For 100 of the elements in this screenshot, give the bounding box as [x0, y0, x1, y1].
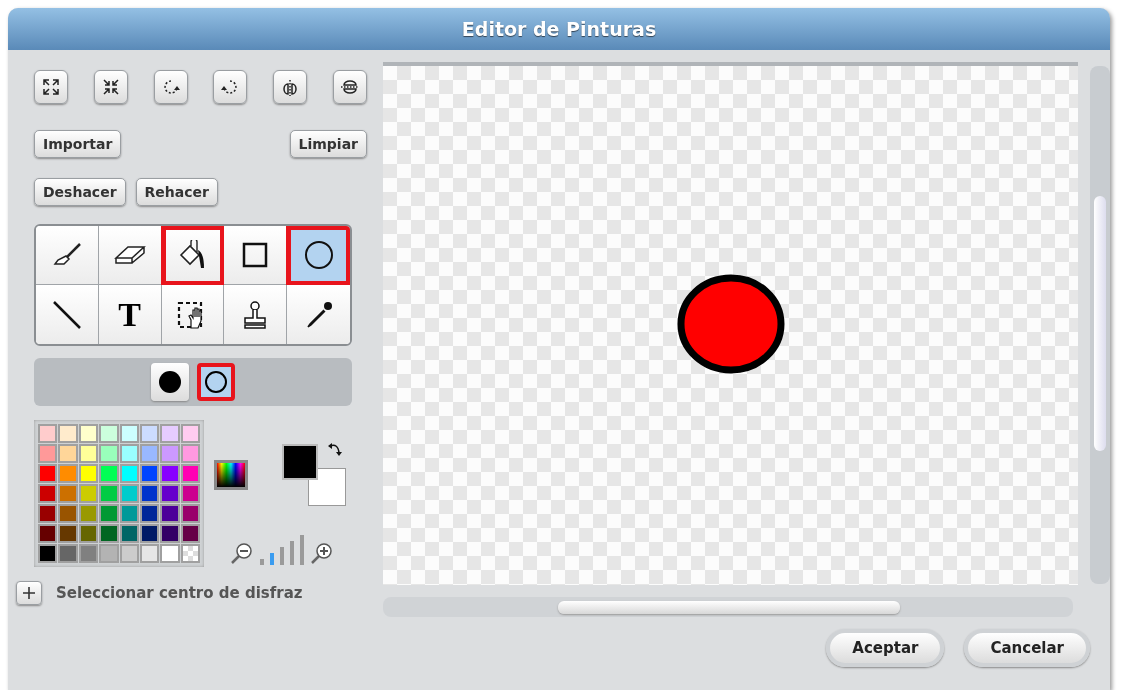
color-swatch[interactable]: [139, 424, 160, 443]
vertical-scrollbar[interactable]: [1090, 66, 1110, 584]
color-swatch[interactable]: [38, 464, 58, 483]
tool-button[interactable]: [161, 285, 225, 344]
color-swatch[interactable]: [180, 504, 200, 523]
filled-shape-option[interactable]: [151, 363, 189, 401]
foreground-color-swatch[interactable]: [282, 444, 318, 480]
color-swatch[interactable]: [58, 464, 78, 483]
color-swatch[interactable]: [180, 524, 200, 543]
color-swatch[interactable]: [160, 504, 180, 523]
color-swatch[interactable]: [99, 464, 119, 483]
import-button[interactable]: Importar: [34, 130, 122, 158]
color-swatch[interactable]: [58, 544, 78, 563]
tool-button[interactable]: [36, 226, 99, 285]
color-swatch[interactable]: [38, 524, 58, 543]
set-center-label: Seleccionar centro de disfraz: [56, 582, 303, 604]
clear-button[interactable]: Limpiar: [289, 130, 367, 158]
toolbar-button[interactable]: [273, 70, 308, 104]
color-swatch[interactable]: [160, 524, 180, 543]
accept-button[interactable]: Aceptar: [826, 629, 945, 667]
color-swatch[interactable]: [119, 444, 139, 463]
color-swatch[interactable]: [99, 424, 119, 443]
horizontal-scrollbar[interactable]: [383, 597, 1073, 617]
color-swatch[interactable]: [78, 544, 99, 563]
color-swatch[interactable]: [99, 504, 119, 523]
color-swatch[interactable]: [99, 484, 119, 503]
color-swatch[interactable]: [160, 424, 180, 443]
color-swatch[interactable]: [78, 464, 99, 483]
rotate-right-icon: [221, 78, 240, 96]
color-swatch[interactable]: [78, 424, 99, 443]
redo-button[interactable]: Rehacer: [135, 178, 218, 206]
eyedropper-icon: [304, 300, 333, 329]
cancel-button[interactable]: Cancelar: [964, 629, 1090, 667]
eraser-icon: [113, 243, 146, 267]
outline-shape-option[interactable]: [197, 363, 235, 401]
color-swatch[interactable]: [119, 504, 139, 523]
color-swatch[interactable]: [78, 524, 99, 543]
color-swatch[interactable]: [180, 444, 200, 463]
color-swatch[interactable]: [38, 504, 58, 523]
tool-button[interactable]: [161, 226, 225, 285]
color-swatch[interactable]: [119, 524, 139, 543]
color-swatch[interactable]: [99, 524, 119, 543]
undo-button[interactable]: Deshacer: [34, 178, 126, 206]
color-swatch[interactable]: [160, 484, 180, 503]
toolbar-button[interactable]: [93, 70, 128, 104]
color-swatch[interactable]: [38, 544, 58, 563]
color-swatch[interactable]: [38, 424, 58, 443]
add-center-button[interactable]: [16, 581, 42, 605]
flip-vertical-icon: [340, 78, 360, 96]
color-swatch[interactable]: [58, 524, 78, 543]
background-color-swatch[interactable]: [308, 468, 346, 506]
toolbar-button[interactable]: [34, 70, 68, 104]
transparent-swatch[interactable]: [180, 544, 200, 563]
color-swatch[interactable]: [119, 544, 139, 563]
filled-circle-icon: [158, 370, 182, 394]
color-swatch[interactable]: [99, 544, 119, 563]
tool-button[interactable]: T: [98, 285, 162, 344]
color-swatch[interactable]: [78, 444, 99, 463]
color-swatch[interactable]: [119, 484, 139, 503]
zoom-in-icon[interactable]: [310, 541, 334, 565]
scrollbar-thumb[interactable]: [558, 601, 900, 614]
shrink-icon: [101, 78, 120, 96]
color-swatch[interactable]: [38, 444, 58, 463]
color-swatch[interactable]: [139, 484, 160, 503]
tool-button[interactable]: [224, 285, 288, 344]
color-swatch[interactable]: [139, 544, 160, 563]
color-swatch[interactable]: [78, 504, 99, 523]
paint-bucket-icon: [178, 240, 207, 270]
color-swatch[interactable]: [58, 504, 78, 523]
color-swatch[interactable]: [180, 464, 200, 483]
swap-icon[interactable]: [328, 442, 342, 456]
color-swatch[interactable]: [99, 444, 119, 463]
tool-button[interactable]: [224, 226, 288, 285]
color-swatch[interactable]: [78, 484, 99, 503]
drawing-canvas[interactable]: [383, 62, 1078, 585]
plus-icon: [22, 586, 36, 600]
tool-button[interactable]: [287, 226, 350, 285]
color-swatch[interactable]: [160, 464, 180, 483]
scrollbar-thumb[interactable]: [1094, 196, 1106, 451]
color-swatch[interactable]: [180, 484, 200, 503]
toolbar-button[interactable]: [333, 70, 367, 104]
color-swatch[interactable]: [139, 504, 160, 523]
color-swatch[interactable]: [58, 444, 78, 463]
brush-icon: [51, 242, 82, 268]
color-swatch[interactable]: [160, 544, 180, 563]
color-swatch[interactable]: [180, 424, 200, 443]
color-swatch[interactable]: [58, 424, 78, 443]
color-swatch[interactable]: [119, 464, 139, 483]
color-swatch[interactable]: [160, 444, 180, 463]
color-swatch[interactable]: [139, 524, 160, 543]
color-swatch[interactable]: [119, 424, 139, 443]
tool-button[interactable]: [287, 285, 350, 344]
tool-button[interactable]: [36, 285, 99, 344]
color-swatch[interactable]: [139, 444, 160, 463]
color-swatch[interactable]: [58, 484, 78, 503]
text-tool-label: T: [118, 297, 142, 332]
color-spectrum-picker[interactable]: [214, 460, 248, 490]
color-swatch[interactable]: [38, 484, 58, 503]
zoom-out-icon[interactable]: [230, 541, 254, 565]
color-swatch[interactable]: [139, 464, 160, 483]
